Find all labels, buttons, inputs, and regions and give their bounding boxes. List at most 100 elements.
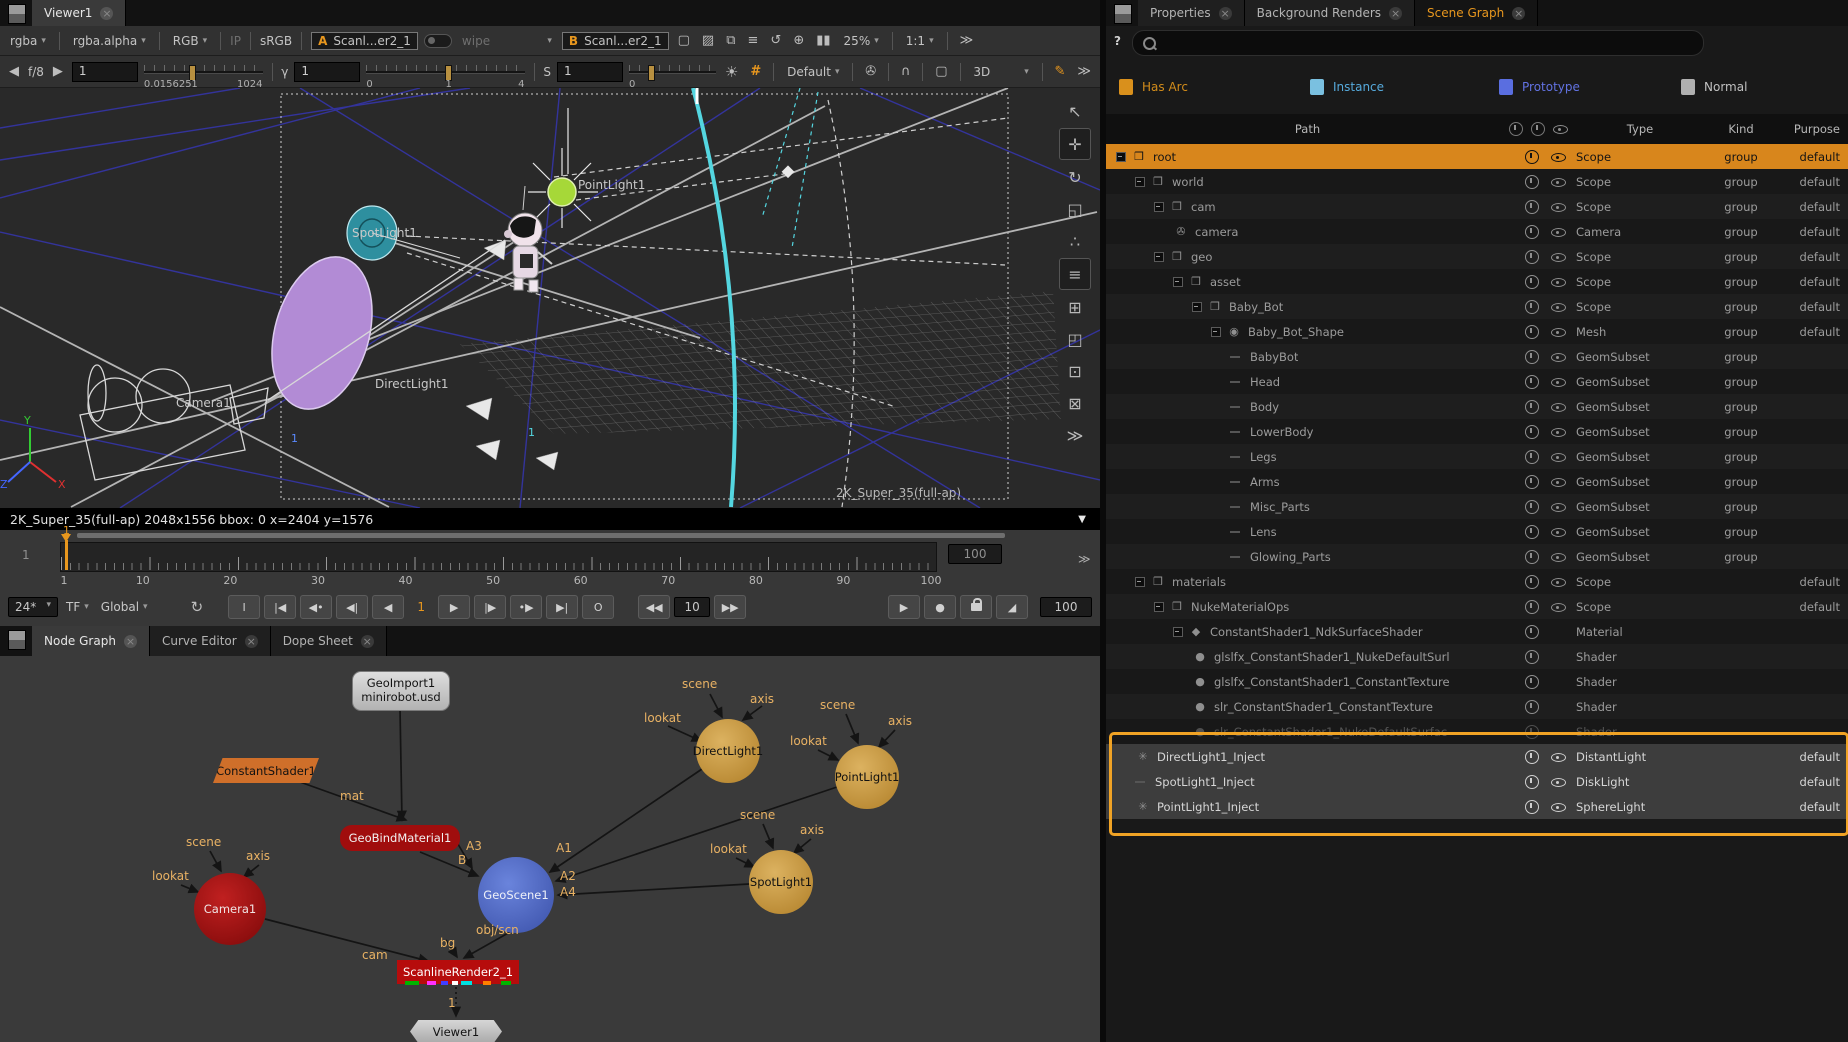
- refresh-icon[interactable]: ↺: [767, 33, 784, 48]
- expander-icon[interactable]: [1192, 302, 1202, 312]
- power-icon[interactable]: [1525, 550, 1539, 564]
- power-icon[interactable]: [1525, 175, 1539, 189]
- tab-scene-graph[interactable]: Scene Graph×: [1415, 0, 1538, 26]
- frame-skip-field[interactable]: 10: [674, 597, 710, 617]
- pick-view-icon[interactable]: ⊠: [1060, 388, 1090, 418]
- header-kind[interactable]: Kind: [1704, 122, 1778, 136]
- next-keyframe-button[interactable]: •▶: [510, 595, 542, 619]
- power-icon[interactable]: [1525, 750, 1539, 764]
- expander-icon[interactable]: [1135, 577, 1145, 587]
- tab-viewer1[interactable]: Viewer1 ×: [32, 0, 126, 26]
- lock-range-icon[interactable]: [960, 595, 992, 619]
- translate-tool-icon[interactable]: ✛: [1059, 128, 1091, 160]
- table-row[interactable]: ❒NukeMaterialOpsScopedefault: [1106, 594, 1848, 619]
- mode-select[interactable]: 3D▾: [969, 63, 1032, 81]
- scene-graph-search[interactable]: [1132, 30, 1704, 56]
- table-row[interactable]: LowerBodyGeomSubsetgroup: [1106, 419, 1848, 444]
- expander-icon[interactable]: [1116, 152, 1126, 162]
- eye-icon[interactable]: [1551, 200, 1566, 214]
- alpha-select[interactable]: rgba.alpha▾: [69, 32, 150, 50]
- table-row[interactable]: ◆ConstantShader1_NdkSurfaceShaderMateria…: [1106, 619, 1848, 644]
- header-path[interactable]: Path: [1106, 122, 1509, 136]
- layout-quad-icon[interactable]: ◰: [1060, 324, 1090, 354]
- play-backward-button[interactable]: ◀: [372, 595, 404, 619]
- tab-dope-sheet[interactable]: Dope Sheet×: [271, 626, 387, 656]
- close-icon[interactable]: ×: [245, 635, 258, 648]
- record-icon[interactable]: ●: [924, 595, 956, 619]
- snap-grid-icon[interactable]: ⊞: [1060, 292, 1090, 322]
- flipbook-play-icon[interactable]: ▶: [888, 595, 920, 619]
- node-constantshader1[interactable]: ConstantShader1: [213, 758, 319, 783]
- node-directlight1[interactable]: DirectLight1: [696, 719, 760, 783]
- eye-icon[interactable]: [1551, 600, 1566, 614]
- eye-icon[interactable]: [1551, 475, 1566, 489]
- select-tool-icon[interactable]: ↖: [1060, 96, 1090, 126]
- set-out-button[interactable]: O: [582, 595, 614, 619]
- power-icon[interactable]: [1525, 500, 1539, 514]
- channels-select[interactable]: RGB▾: [169, 32, 211, 50]
- tf-select[interactable]: TF▾: [62, 598, 93, 616]
- node-scanlinerender2-1[interactable]: ScanlineRender2_1: [397, 960, 519, 984]
- range-scope-select[interactable]: Global▾: [97, 598, 152, 616]
- table-row[interactable]: BabyBotGeomSubsetgroup: [1106, 344, 1848, 369]
- table-row[interactable]: ●glslfx_ConstantShader1_NukeDefaultSurlS…: [1106, 644, 1848, 669]
- proxy-scale-select[interactable]: 1:1▾: [902, 32, 938, 50]
- proxy-mode-icon[interactable]: ▨: [699, 33, 717, 48]
- pane-menu-icon[interactable]: [8, 4, 26, 24]
- jump-back-button[interactable]: ◀◀: [638, 595, 670, 619]
- wipe-toggle[interactable]: [424, 34, 452, 48]
- step-forward-button[interactable]: |▶: [474, 595, 506, 619]
- current-frame-value[interactable]: 1: [408, 600, 434, 614]
- zoom-select[interactable]: 25%▾: [840, 32, 883, 50]
- close-icon[interactable]: ×: [1219, 7, 1232, 20]
- ip-button[interactable]: IP: [230, 34, 241, 48]
- eye-icon[interactable]: [1551, 525, 1566, 539]
- grid-overlay-icon[interactable]: #: [747, 64, 764, 79]
- headlamp-icon[interactable]: ☀: [722, 63, 741, 81]
- power-icon[interactable]: [1525, 200, 1539, 214]
- pane-menu-icon[interactable]: [1114, 4, 1132, 24]
- status-dropdown-icon[interactable]: ▼: [1078, 514, 1086, 525]
- eye-icon[interactable]: [1551, 400, 1566, 414]
- table-row[interactable]: ●glslfx_ConstantShader1_ConstantTextureS…: [1106, 669, 1848, 694]
- a-input-box[interactable]: A Scanl...er2_1: [311, 32, 418, 50]
- close-icon[interactable]: ×: [124, 635, 137, 648]
- expander-icon[interactable]: [1173, 277, 1183, 287]
- table-row[interactable]: ✳PointLight1_InjectSphereLightdefault: [1106, 794, 1848, 819]
- ram-cache-icon[interactable]: ◢: [996, 595, 1028, 619]
- expander-icon[interactable]: [1211, 327, 1221, 337]
- table-row[interactable]: ❒camScopegroupdefault: [1106, 194, 1848, 219]
- expander-icon[interactable]: [1135, 177, 1145, 187]
- eye-icon[interactable]: [1551, 250, 1566, 264]
- header-lock-icon[interactable]: [1509, 122, 1523, 136]
- playhead[interactable]: 1: [63, 534, 70, 570]
- eye-icon[interactable]: [1551, 175, 1566, 189]
- viewport-3d[interactable]: PointLight1 SpotLight1 DirectLight1 Came…: [0, 88, 1100, 508]
- table-row[interactable]: LegsGeomSubsetgroup: [1106, 444, 1848, 469]
- power-icon[interactable]: [1525, 700, 1539, 714]
- gain-field[interactable]: 1: [72, 62, 138, 82]
- stack-icon[interactable]: ≡: [745, 33, 762, 48]
- close-icon[interactable]: ×: [1389, 7, 1402, 20]
- power-icon[interactable]: [1525, 525, 1539, 539]
- table-row[interactable]: Glowing_PartsGeomSubsetgroup: [1106, 544, 1848, 569]
- eye-icon[interactable]: [1551, 275, 1566, 289]
- table-row[interactable]: SpotLight1_InjectDiskLightdefault: [1106, 769, 1848, 794]
- header-eye-icon[interactable]: [1553, 122, 1568, 136]
- frame-ruler[interactable]: [60, 542, 937, 572]
- table-row[interactable]: ❒rootScopegroupdefault: [1106, 144, 1848, 169]
- saturation-field[interactable]: 1: [557, 62, 623, 82]
- eye-icon[interactable]: [1551, 500, 1566, 514]
- close-icon[interactable]: ×: [1512, 7, 1525, 20]
- table-row[interactable]: LensGeomSubsetgroup: [1106, 519, 1848, 544]
- side-more-icon[interactable]: ≫: [1060, 420, 1090, 450]
- fstop-up-icon[interactable]: ▶: [50, 64, 66, 79]
- new-viewer-icon[interactable]: ⧉: [723, 33, 738, 48]
- power-icon[interactable]: [1525, 250, 1539, 264]
- power-icon[interactable]: [1525, 675, 1539, 689]
- rotate-tool-icon[interactable]: ↻: [1060, 162, 1090, 192]
- prev-keyframe-button[interactable]: ◀•: [300, 595, 332, 619]
- eye-icon[interactable]: [1551, 300, 1566, 314]
- node-geobindmaterial1[interactable]: GeoBindMaterial1: [340, 825, 460, 851]
- tab-curve-editor[interactable]: Curve Editor×: [150, 626, 271, 656]
